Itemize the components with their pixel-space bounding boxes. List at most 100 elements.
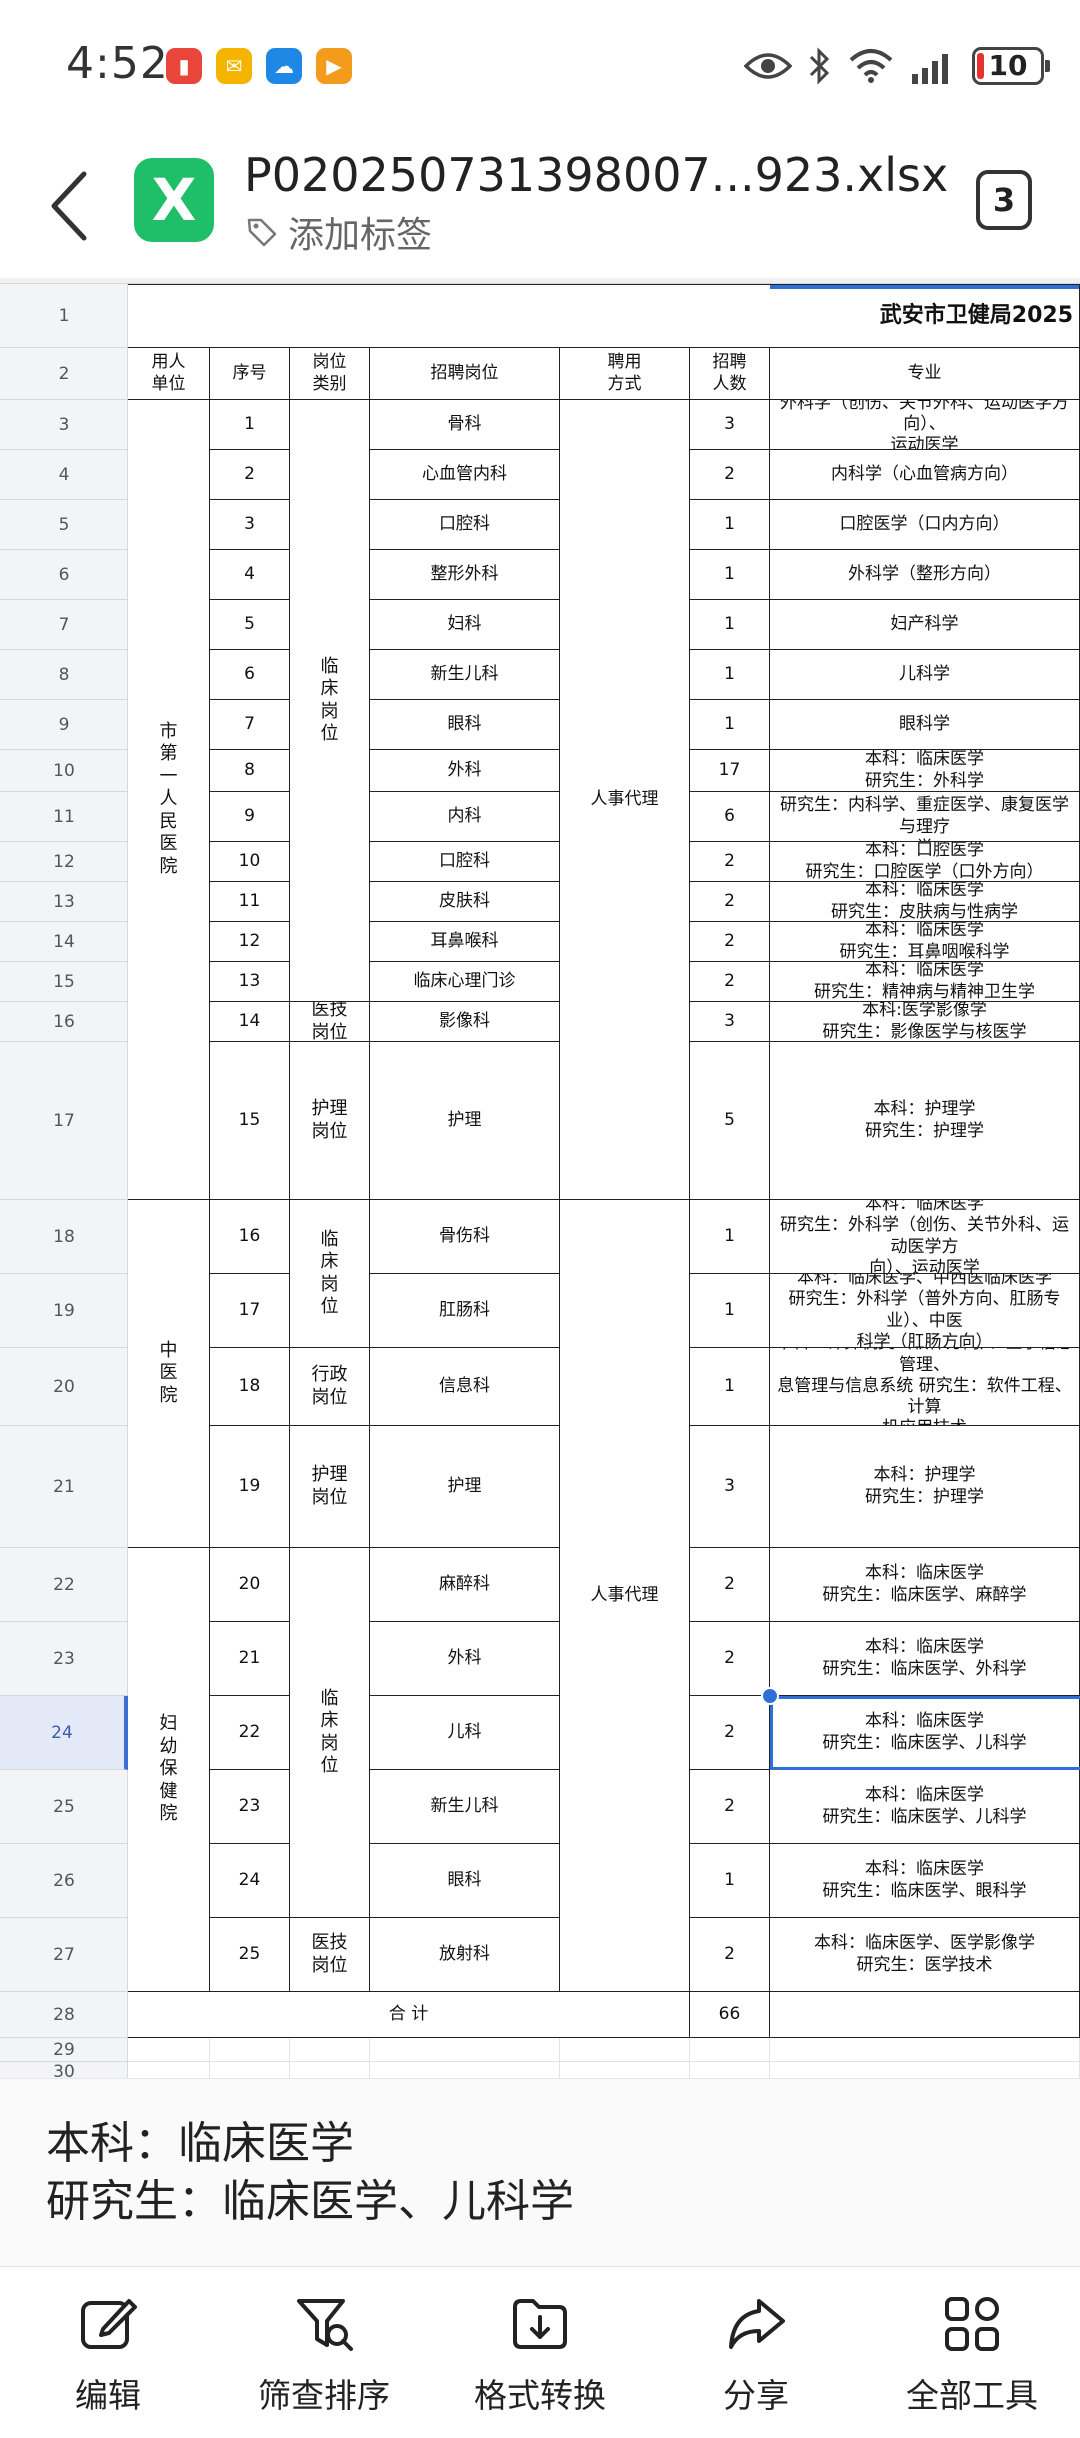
serial-number-cell[interactable]: 14 xyxy=(210,1002,290,1042)
empty-cell[interactable] xyxy=(770,1992,1080,2038)
headcount-cell[interactable]: 2 xyxy=(690,962,770,1002)
position-cell[interactable]: 口腔科 xyxy=(370,500,560,550)
hire-method-cell[interactable]: 人事代理 xyxy=(560,400,690,1200)
major-cell[interactable]: 本科：临床医学 研究生：临床医学、外科学 xyxy=(770,1622,1080,1696)
serial-number-cell[interactable]: 8 xyxy=(210,750,290,792)
row-number[interactable]: 6 xyxy=(0,550,128,600)
category-cell[interactable]: 医技 岗位 xyxy=(290,1918,370,1992)
empty-cell[interactable] xyxy=(690,2038,770,2062)
major-cell[interactable]: 本科：临床医学 研究生：内科学、重症医学、康复医学与理疗 学 xyxy=(770,792,1080,842)
add-tag-button[interactable]: 添加标签 xyxy=(246,204,432,260)
position-cell[interactable]: 骨科 xyxy=(370,400,560,450)
row-number[interactable]: 2 xyxy=(0,348,128,400)
position-cell[interactable]: 耳鼻喉科 xyxy=(370,922,560,962)
position-cell[interactable]: 放射科 xyxy=(370,1918,560,1992)
headcount-cell[interactable]: 17 xyxy=(690,750,770,792)
position-cell[interactable]: 护理 xyxy=(370,1042,560,1200)
edit-button[interactable]: 编辑 xyxy=(0,2267,216,2438)
position-cell[interactable]: 心血管内科 xyxy=(370,450,560,500)
column-header-cell[interactable]: 招聘 人数 xyxy=(690,348,770,400)
empty-cell[interactable] xyxy=(370,2062,560,2078)
row-number[interactable]: 12 xyxy=(0,842,128,882)
headcount-cell[interactable]: 3 xyxy=(690,400,770,450)
major-cell[interactable]: 本科：临床医学 研究生：临床医学、儿科学 xyxy=(770,1696,1080,1770)
headcount-cell[interactable]: 3 xyxy=(690,1426,770,1548)
spreadsheet-grid[interactable]: 1 2 3 4 5 6 7 8 9 10 11 12 13 14 15 16 17 18 19 20 21 22 23 24 2… xyxy=(0,278,1080,2078)
headcount-cell[interactable]: 1 xyxy=(690,650,770,700)
serial-number-cell[interactable]: 15 xyxy=(210,1042,290,1200)
row-number[interactable]: 18 xyxy=(0,1200,128,1274)
position-cell[interactable]: 外科 xyxy=(370,750,560,792)
serial-number-cell[interactable]: 6 xyxy=(210,650,290,700)
serial-number-cell[interactable]: 16 xyxy=(210,1200,290,1274)
major-cell[interactable]: 本科：计算机类（软件方向）、医学信息管理、 息管理与信息系统 研究生：软件工程、… xyxy=(770,1348,1080,1426)
major-cell[interactable]: 本科：口腔医学 研究生：口腔医学（口外方向） xyxy=(770,842,1080,882)
headcount-cell[interactable]: 1 xyxy=(690,1274,770,1348)
row-number[interactable]: 23 xyxy=(0,1622,128,1696)
position-cell[interactable]: 临床心理门诊 xyxy=(370,962,560,1002)
row-number[interactable]: 26 xyxy=(0,1844,128,1918)
position-cell[interactable]: 新生儿科 xyxy=(370,1770,560,1844)
serial-number-cell[interactable]: 5 xyxy=(210,600,290,650)
row-number[interactable]: 9 xyxy=(0,700,128,750)
empty-cell[interactable] xyxy=(690,2062,770,2078)
major-cell[interactable]: 外科学（创伤、关节外科、运动医学方向）、 运动医学 xyxy=(770,400,1080,450)
all-tools-button[interactable]: 全部工具 xyxy=(864,2267,1080,2438)
headcount-cell[interactable]: 2 xyxy=(690,1548,770,1622)
row-number[interactable]: 21 xyxy=(0,1426,128,1548)
major-cell[interactable]: 口腔医学（口内方向） xyxy=(770,500,1080,550)
major-cell[interactable]: 本科：临床医学 研究生：临床医学、儿科学 xyxy=(770,1770,1080,1844)
position-cell[interactable]: 眼科 xyxy=(370,1844,560,1918)
headcount-cell[interactable]: 2 xyxy=(690,882,770,922)
serial-number-cell[interactable]: 1 xyxy=(210,400,290,450)
row-number[interactable]: 8 xyxy=(0,650,128,700)
major-cell[interactable]: 本科：临床医学 研究生：外科学（创伤、关节外科、运动医学方 向）、运动医学 xyxy=(770,1200,1080,1274)
empty-cell[interactable] xyxy=(770,2062,1080,2078)
selection-handle[interactable] xyxy=(761,1687,779,1705)
serial-number-cell[interactable]: 12 xyxy=(210,922,290,962)
headcount-cell[interactable]: 1 xyxy=(690,1844,770,1918)
column-header-cell[interactable]: 聘用 方式 xyxy=(560,348,690,400)
empty-cell[interactable] xyxy=(210,2062,290,2078)
headcount-cell[interactable]: 3 xyxy=(690,1002,770,1042)
serial-number-cell[interactable]: 7 xyxy=(210,700,290,750)
serial-number-cell[interactable]: 11 xyxy=(210,882,290,922)
headcount-cell[interactable]: 2 xyxy=(690,1770,770,1844)
row-number[interactable]: 19 xyxy=(0,1274,128,1348)
empty-cell[interactable] xyxy=(210,2038,290,2062)
row-number[interactable]: 13 xyxy=(0,882,128,922)
category-cell[interactable]: 临 床 岗 位 xyxy=(290,1548,370,1918)
position-cell[interactable]: 肛肠科 xyxy=(370,1274,560,1348)
headcount-cell[interactable]: 1 xyxy=(690,550,770,600)
position-cell[interactable]: 口腔科 xyxy=(370,842,560,882)
row-number[interactable]: 7 xyxy=(0,600,128,650)
column-header-cell[interactable]: 序号 xyxy=(210,348,290,400)
serial-number-cell[interactable]: 21 xyxy=(210,1622,290,1696)
empty-cell[interactable] xyxy=(290,2038,370,2062)
unit-cell-tcm-hospital[interactable]: 中 医 院 xyxy=(128,1200,210,1548)
filter-sort-button[interactable]: 筛查排序 xyxy=(216,2267,432,2438)
category-cell[interactable]: 医技 岗位 xyxy=(290,1002,370,1042)
row-number[interactable]: 11 xyxy=(0,792,128,842)
row-number[interactable]: 17 xyxy=(0,1042,128,1200)
major-cell[interactable]: 儿科学 xyxy=(770,650,1080,700)
serial-number-cell[interactable]: 20 xyxy=(210,1548,290,1622)
format-convert-button[interactable]: 格式转换 xyxy=(432,2267,648,2438)
position-cell[interactable]: 外科 xyxy=(370,1622,560,1696)
position-cell[interactable]: 影像科 xyxy=(370,1002,560,1042)
serial-number-cell[interactable]: 4 xyxy=(210,550,290,600)
total-label-cell[interactable]: 合 计 xyxy=(128,1992,690,2038)
empty-cell[interactable] xyxy=(770,2038,1080,2062)
headcount-cell[interactable]: 2 xyxy=(690,842,770,882)
hire-method-cell[interactable]: 人事代理 xyxy=(560,1200,690,1992)
major-cell[interactable]: 本科：护理学 研究生：护理学 xyxy=(770,1042,1080,1200)
serial-number-cell[interactable]: 19 xyxy=(210,1426,290,1548)
major-cell[interactable]: 内科学（心血管病方向） xyxy=(770,450,1080,500)
headcount-cell[interactable]: 1 xyxy=(690,1348,770,1426)
major-cell[interactable]: 本科：临床医学、医学影像学 研究生：医学技术 xyxy=(770,1918,1080,1992)
category-cell[interactable]: 临 床 岗 位 xyxy=(290,400,370,1002)
major-cell[interactable]: 本科：临床医学 研究生：皮肤病与性病学 xyxy=(770,882,1080,922)
headcount-cell[interactable]: 2 xyxy=(690,1622,770,1696)
unit-cell-first-hospital[interactable]: 市 第 一 人 民 医 院 xyxy=(128,400,210,1200)
row-number[interactable]: 15 xyxy=(0,962,128,1002)
